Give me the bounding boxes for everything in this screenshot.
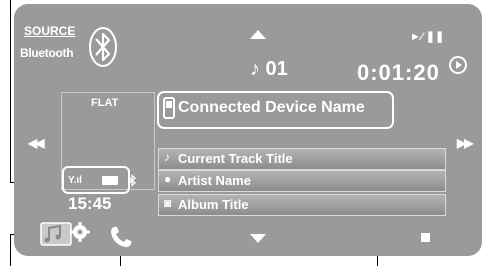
album-icon: ◙ bbox=[164, 196, 172, 210]
settings-icon[interactable] bbox=[40, 220, 92, 246]
scroll-up-arrow[interactable] bbox=[250, 30, 266, 39]
artist-name: Artist Name bbox=[178, 173, 251, 188]
track-number: ♪ 01 bbox=[250, 58, 288, 80]
scroll-down-arrow[interactable] bbox=[250, 234, 266, 243]
album-title: Album Title bbox=[178, 197, 249, 212]
source-value[interactable]: Bluetooth bbox=[20, 46, 74, 60]
signal-strength-icon: Y.ıl bbox=[68, 175, 82, 186]
bluetooth-icon bbox=[89, 27, 117, 67]
elapsed-time: 0:01:20 bbox=[357, 60, 440, 85]
callout-line-status-vertical bbox=[10, 0, 11, 183]
artist-icon: ● bbox=[164, 172, 172, 186]
track-title: Current Track Title bbox=[178, 151, 293, 166]
callout-line-settings-vertical bbox=[10, 234, 11, 266]
clock: 15:45 bbox=[68, 194, 112, 213]
battery-icon bbox=[102, 176, 118, 185]
music-note-icon: ♪ bbox=[164, 150, 170, 164]
previous-track-button[interactable]: ◀◀ bbox=[28, 136, 45, 150]
call-icon[interactable] bbox=[108, 224, 134, 250]
play-pause-button[interactable]: ►⁄ ❚❚ bbox=[410, 30, 444, 43]
source-label[interactable]: SOURCE bbox=[24, 24, 75, 38]
next-track-button[interactable]: ▶▶ bbox=[457, 136, 474, 150]
bluetooth-status-icon bbox=[128, 174, 136, 187]
stop-button[interactable] bbox=[421, 233, 430, 242]
display-mode-icon[interactable] bbox=[449, 56, 467, 74]
equalizer-preset: FLAT bbox=[91, 97, 119, 109]
phone-device-icon bbox=[163, 97, 175, 119]
device-name: Connected Device Name bbox=[178, 99, 365, 116]
